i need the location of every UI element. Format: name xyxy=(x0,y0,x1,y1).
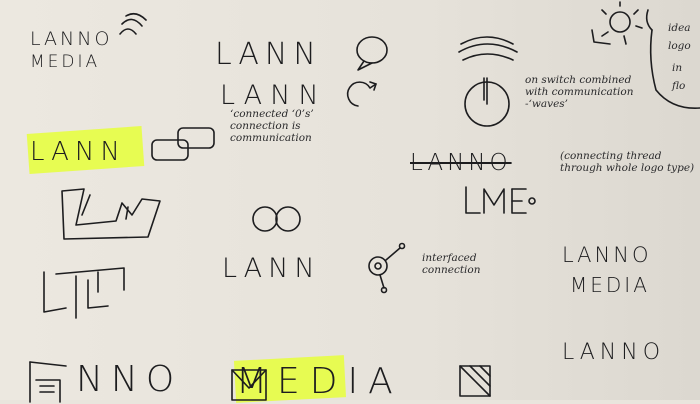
sketch-media-bottom: MEDIA xyxy=(236,361,403,402)
bubble-outline-doodle xyxy=(645,9,700,109)
building-l-doodle xyxy=(29,361,67,403)
sketch-nno-bottom: NNO xyxy=(76,359,183,400)
sketch-lanno-media-top-left-line1: LANNO xyxy=(30,28,113,50)
sketch-lanno-media-right-line2: MEDIA xyxy=(570,273,650,297)
sketch-sheet: LANNO MEDIA LANN LANN on switch combined… xyxy=(0,0,700,403)
sketch-note-connected: ‘connected ‘0’s’ connection is communica… xyxy=(230,108,314,145)
sketch-lanno-speech-line1: LANN xyxy=(215,37,322,72)
chain-link-o-doodle xyxy=(151,127,215,161)
topright-note-2: logo xyxy=(668,40,691,52)
sketch-lanno-plug: LANN xyxy=(222,253,321,284)
topright-note-3: in xyxy=(672,62,683,74)
sketch-note-interfaced: interfaced connection xyxy=(422,252,481,277)
sketch-note-switch: on switch combined with communication -‘… xyxy=(525,74,634,111)
speech-bubble-o-doodle xyxy=(356,36,388,71)
lm-monogram-doodle xyxy=(61,188,161,240)
topright-note-4: flo xyxy=(672,80,686,92)
sketch-lanno-media-top-left-line2: MEDIA xyxy=(30,52,101,72)
sketch-lanno-media-right-line1: LANNO xyxy=(562,243,652,267)
stacked-lm-monogram-doodle xyxy=(43,267,125,319)
flag-box-doodle xyxy=(459,365,491,397)
lme-monogram-doodle xyxy=(465,186,536,214)
sketch-lanno-chain: LANN xyxy=(30,137,126,167)
waves-doodle xyxy=(119,12,147,35)
sketch-note-thread: (connecting thread through whole logo ty… xyxy=(560,150,695,175)
sketch-lanno-thread: LANNO xyxy=(410,150,512,176)
power-switch-waves-doodle xyxy=(458,36,518,127)
sketch-lanno-speech-line2: LANN xyxy=(220,80,327,111)
gear-idea-doodle xyxy=(591,1,643,45)
sketch-lanno-bottom-right: LANNO xyxy=(562,340,666,365)
topright-note-1: idea xyxy=(668,22,691,34)
interlinked-circles-doodle xyxy=(252,206,301,232)
plug-node-doodle xyxy=(368,242,406,294)
